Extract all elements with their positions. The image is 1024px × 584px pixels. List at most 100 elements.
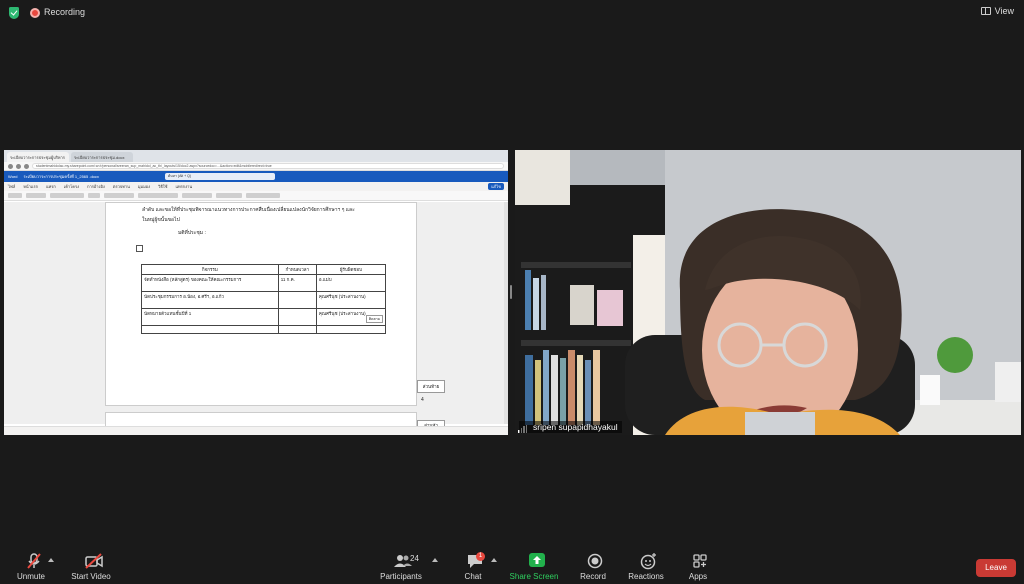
menu-item[interactable]: มุมมอง xyxy=(138,183,150,190)
document-scrollbar[interactable] xyxy=(504,202,508,424)
font-name-dropdown[interactable] xyxy=(50,193,84,198)
font-size-dropdown[interactable] xyxy=(88,193,100,198)
pane-resize-handle[interactable] xyxy=(510,285,512,299)
word-ribbon xyxy=(4,191,508,201)
footer-label[interactable]: ส่วนท้าย xyxy=(417,380,445,393)
chat-unread-badge: 1 xyxy=(476,552,485,561)
table-cell[interactable]: คุณศรีนุช (ประสานงาน) ติดตาม xyxy=(315,308,387,326)
menu-item[interactable]: วิธีใช้ xyxy=(158,183,167,190)
browser-tab[interactable]: ระเบียบวาระการประชุมผู้บริหาร xyxy=(7,152,69,162)
reactions-button[interactable]: Reactions xyxy=(628,552,664,581)
recording-icon xyxy=(30,8,40,18)
menu-item[interactable]: หน้าแรก xyxy=(23,183,38,190)
menu-item[interactable]: แทรก xyxy=(46,183,56,190)
chat-label: Chat xyxy=(464,572,482,581)
dictate-button[interactable] xyxy=(246,193,280,198)
record-button[interactable]: Record xyxy=(580,552,606,581)
top-bar: Recording View xyxy=(0,0,1024,26)
paragraph-buttons[interactable] xyxy=(138,193,178,198)
table-move-handle-icon[interactable] xyxy=(136,245,143,252)
menu-item[interactable]: เค้าโครง xyxy=(64,183,79,190)
mic-muted-icon xyxy=(27,553,41,569)
word-app-label[interactable]: Word xyxy=(8,174,17,179)
participants-label: Participants xyxy=(380,572,422,581)
undo-icon[interactable] xyxy=(8,193,22,198)
word-status-bar xyxy=(4,426,508,435)
word-search-input[interactable]: ค้นหา (Alt + Q) xyxy=(164,173,275,180)
recording-label: Recording xyxy=(44,7,86,17)
chat-options-chevron-icon[interactable] xyxy=(491,558,497,562)
table-cell[interactable]: นัดประชุมกรรมการ อ.น้อง, อ.ศรีฯ, อ.แก้ว xyxy=(141,291,279,309)
table-cell[interactable]: จัดทำหนังสือ (หลักสูตร) ของคณะให้คณะกรรม… xyxy=(141,274,279,292)
doc-line: ในหมู่ผู้ขนั้นขอไป xyxy=(142,217,180,223)
document-title[interactable]: ระเบียบวาระการประชุมครั้งที่ 1_2565 .doc… xyxy=(23,173,98,180)
table-header: กำหนดเวลา xyxy=(277,264,317,275)
table-row: จัดทำหนังสือ (หลักสูตร) ของคณะให้คณะกรรม… xyxy=(141,274,387,292)
audio-options-chevron-icon[interactable] xyxy=(48,558,54,562)
document-canvas: ลำดับ และขอให้ที่ประชุมพิจารณาแนวทางการป… xyxy=(4,202,508,432)
record-label: Record xyxy=(580,572,606,581)
table-header: กิจกรรม xyxy=(141,264,279,275)
menu-item[interactable]: ตรวจทาน xyxy=(113,183,130,190)
table-header: ผู้รับผิดชอบ xyxy=(315,264,387,275)
meeting-toolbar: Unmute Start Video 24 Participants 1 Cha… xyxy=(0,548,1024,584)
share-screen-label: Share Screen xyxy=(509,572,559,581)
video-off-icon xyxy=(84,553,103,569)
apps-button[interactable]: Apps xyxy=(686,552,710,581)
apps-icon xyxy=(692,554,707,568)
paste-icon[interactable] xyxy=(26,193,46,198)
participants-options-chevron-icon[interactable] xyxy=(432,558,438,562)
table-row: นัดหมายตัวแทนชั้นปีที่ 1 คุณศรีนุช (ประส… xyxy=(141,308,387,326)
back-icon[interactable] xyxy=(8,163,13,169)
menu-item[interactable]: ไฟล์ xyxy=(8,183,15,190)
share-screen-button[interactable]: Share Screen xyxy=(510,552,558,581)
table-row: นัดประชุมกรรมการ อ.น้อง, อ.ศรีฯ, อ.แก้ว … xyxy=(141,291,387,309)
view-label: View xyxy=(994,6,1014,16)
participants-button[interactable]: 24 Participants xyxy=(380,552,422,581)
word-menu-bar: ไฟล์ หน้าแรก แทรก เค้าโครง การอ้างอิง ตร… xyxy=(4,182,508,191)
table-cell[interactable]: 11 ก.ค. xyxy=(277,274,317,292)
page-number: 4 xyxy=(421,397,424,403)
table-cell[interactable]: คุณศรีนุช (ประสานงาน) xyxy=(315,291,387,309)
record-icon xyxy=(587,553,603,569)
menu-item[interactable]: แทรกงาน xyxy=(175,183,192,190)
unmute-button[interactable]: Unmute xyxy=(16,552,46,581)
shared-screen: ระเบียบวาระการประชุมผู้บริหาร ระเบียบวาร… xyxy=(4,150,508,435)
reload-icon[interactable] xyxy=(24,163,29,169)
browser-address-bar: studentmahidolac-my.sharepoint.com/:w:/r… xyxy=(4,162,508,171)
format-buttons[interactable] xyxy=(104,193,134,198)
table-cell[interactable] xyxy=(277,291,317,309)
document-page[interactable]: ลำดับ และขอให้ที่ประชุมพิจารณาแนวทางการป… xyxy=(105,202,417,406)
doc-line: ลำดับ และขอให้ที่ประชุมพิจารณาแนวทางการป… xyxy=(142,207,355,213)
apps-label: Apps xyxy=(688,572,708,581)
grid-view-icon xyxy=(980,7,991,15)
chat-button[interactable]: 1 Chat xyxy=(460,552,486,581)
table-cell[interactable] xyxy=(141,325,279,334)
table-cell[interactable]: นัดหมายตัวแทนชั้นปีที่ 1 xyxy=(141,308,279,326)
cell-tag[interactable]: ติดตาม xyxy=(365,315,383,323)
url-field[interactable]: studentmahidolac-my.sharepoint.com/:w:/r… xyxy=(32,163,504,169)
table-cell[interactable]: อ.แม่บ xyxy=(315,274,387,292)
find-button[interactable] xyxy=(216,193,242,198)
view-button[interactable]: View xyxy=(980,6,1014,16)
start-video-button[interactable]: Start Video xyxy=(71,552,111,581)
leave-button[interactable]: Leave xyxy=(976,559,1016,577)
styles-dropdown[interactable] xyxy=(182,193,212,198)
browser-tab[interactable]: ระเบียบวาระการประชุม.docx xyxy=(71,152,133,162)
security-shield-icon[interactable] xyxy=(9,7,19,19)
start-video-label: Start Video xyxy=(71,572,111,581)
table-cell[interactable] xyxy=(315,325,387,334)
browser-tab-strip: ระเบียบวาระการประชุมผู้บริหาร ระเบียบวาร… xyxy=(4,150,508,162)
participant-video-frame xyxy=(515,150,1021,435)
action-table: กิจกรรม กำหนดเวลา ผู้รับผิดชอบ จัดทำหนัง… xyxy=(141,264,387,334)
menu-item[interactable]: การอ้างอิง xyxy=(87,183,105,190)
edit-mode-button[interactable]: แก้ไข xyxy=(488,183,504,190)
participant-video-tile[interactable]: sripen supapidhayakul xyxy=(515,150,1021,435)
participants-count: 24 xyxy=(410,554,419,563)
table-cell[interactable] xyxy=(277,308,317,326)
table-cell-text: คุณศรีนุช (ประสานงาน) xyxy=(318,311,366,316)
table-cell[interactable] xyxy=(277,325,317,334)
participant-name-label: sripen supapidhayakul xyxy=(519,421,622,433)
word-header: Word ระเบียบวาระการประชุมครั้งที่ 1_2565… xyxy=(4,171,508,182)
forward-icon[interactable] xyxy=(16,163,21,169)
